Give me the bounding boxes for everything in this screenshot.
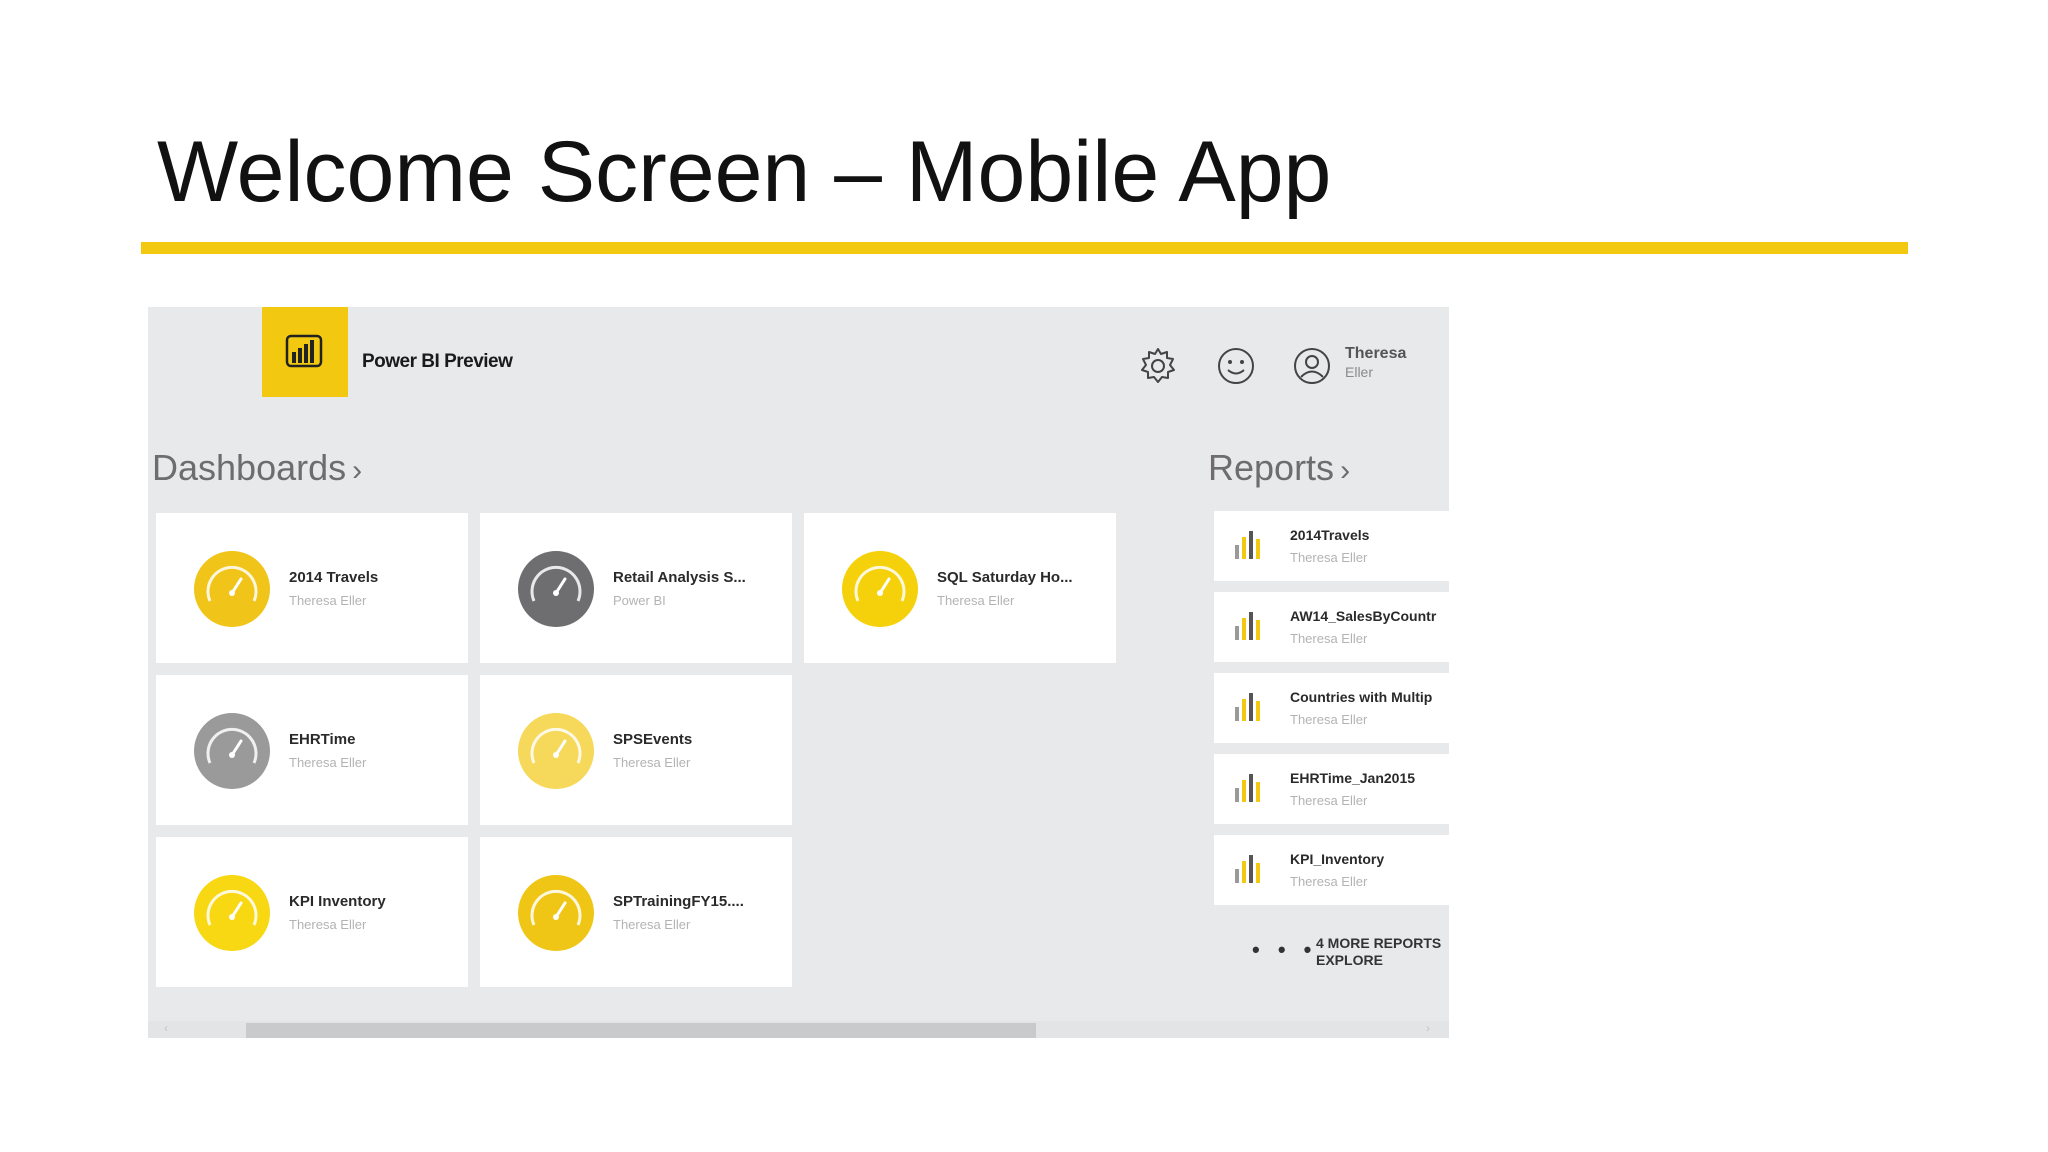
report-title: 2014Travels — [1290, 527, 1370, 543]
dashboards-header[interactable]: Dashboards › — [152, 447, 362, 489]
powerbi-logo-icon[interactable] — [262, 307, 348, 397]
tile-owner: Power BI — [613, 593, 666, 608]
tile-owner: Theresa Eller — [289, 755, 367, 770]
dashboard-tile[interactable]: KPI Inventory Theresa Eller — [156, 837, 468, 987]
tile-owner: Theresa Eller — [289, 917, 367, 932]
dashboards-header-label: Dashboards — [152, 447, 347, 488]
reports-header[interactable]: Reports › — [1208, 447, 1350, 489]
report-item[interactable]: KPI_Inventory Theresa Eller — [1214, 835, 1449, 905]
report-title: AW14_SalesByCountr — [1290, 608, 1437, 624]
scrollbar-thumb[interactable] — [246, 1023, 1036, 1038]
chevron-right-icon: › — [352, 454, 363, 487]
report-owner: Theresa Eller — [1290, 874, 1368, 889]
scroll-right-arrow-icon[interactable]: › — [1426, 1021, 1430, 1035]
smiley-icon[interactable] — [1214, 344, 1258, 388]
bar-chart-icon — [1234, 851, 1262, 885]
dashboard-tile[interactable]: SPTrainingFY15.... Theresa Eller — [480, 837, 792, 987]
gauge-icon — [518, 551, 594, 627]
report-item[interactable]: AW14_SalesByCountr Theresa Eller — [1214, 592, 1449, 662]
report-item[interactable]: Countries with Multip Theresa Eller — [1214, 673, 1449, 743]
user-last-name: Eller — [1345, 364, 1374, 380]
tile-title: SQL Saturday Ho... — [937, 569, 1073, 586]
tile-owner: Theresa Eller — [289, 593, 367, 608]
gauge-icon — [518, 875, 594, 951]
report-item[interactable]: EHRTime_Jan2015 Theresa Eller — [1214, 754, 1449, 824]
tile-title: EHRTime — [289, 731, 356, 748]
user-icon[interactable] — [1290, 344, 1334, 388]
report-owner: Theresa Eller — [1290, 712, 1368, 727]
gauge-icon — [518, 713, 594, 789]
tile-owner: Theresa Eller — [613, 917, 691, 932]
bar-chart-icon — [1234, 608, 1262, 642]
title-underline — [141, 242, 1908, 254]
tile-title: 2014 Travels — [289, 569, 379, 586]
tile-title: Retail Analysis S... — [613, 569, 746, 586]
report-owner: Theresa Eller — [1290, 793, 1368, 808]
reports-header-label: Reports — [1208, 447, 1335, 488]
tile-owner: Theresa Eller — [937, 593, 1015, 608]
gauge-icon — [194, 551, 270, 627]
tile-title: KPI Inventory — [289, 893, 386, 910]
dashboard-tile[interactable]: SPSEvents Theresa Eller — [480, 675, 792, 825]
bar-chart-icon — [1234, 527, 1262, 561]
report-title: EHRTime_Jan2015 — [1290, 770, 1416, 786]
report-title: KPI_Inventory — [1290, 851, 1385, 867]
more-reports-explore[interactable]: • • • 4 MORE REPORTS EXPLORE — [1214, 915, 1449, 991]
gauge-icon — [194, 875, 270, 951]
dashboard-tile[interactable]: Retail Analysis S... Power BI — [480, 513, 792, 663]
report-title: Countries with Multip — [1290, 689, 1433, 705]
more-reports-count: 4 MORE REPORTS — [1316, 935, 1442, 951]
app-screenshot: Power BI Preview Theresa Eller Dashboard… — [148, 307, 1449, 1038]
bar-chart-icon — [1234, 770, 1262, 804]
tile-title: SPSEvents — [613, 731, 693, 748]
dashboard-tile[interactable]: SQL Saturday Ho... Theresa Eller — [804, 513, 1116, 663]
gauge-icon — [842, 551, 918, 627]
bar-chart-icon — [1234, 689, 1262, 723]
chevron-right-icon: › — [1340, 454, 1351, 487]
more-dots-icon: • • • — [1252, 937, 1318, 962]
tile-owner: Theresa Eller — [613, 755, 691, 770]
report-owner: Theresa Eller — [1290, 631, 1368, 646]
gauge-icon — [194, 713, 270, 789]
dashboard-tile[interactable]: 2014 Travels Theresa Eller — [156, 513, 468, 663]
gear-icon[interactable] — [1136, 344, 1180, 388]
app-name: Power BI Preview — [362, 351, 513, 372]
user-first-name[interactable]: Theresa — [1345, 345, 1406, 363]
report-owner: Theresa Eller — [1290, 550, 1368, 565]
tile-title: SPTrainingFY15.... — [613, 893, 744, 910]
scroll-left-arrow-icon[interactable]: ‹ — [164, 1021, 168, 1035]
report-item[interactable]: 2014Travels Theresa Eller — [1214, 511, 1449, 581]
more-reports-label: 4 MORE REPORTS EXPLORE — [1316, 935, 1441, 969]
slide-title: Welcome Screen – Mobile App — [157, 124, 1332, 220]
explore-link[interactable]: EXPLORE — [1316, 952, 1441, 969]
dashboard-tile[interactable]: EHRTime Theresa Eller — [156, 675, 468, 825]
